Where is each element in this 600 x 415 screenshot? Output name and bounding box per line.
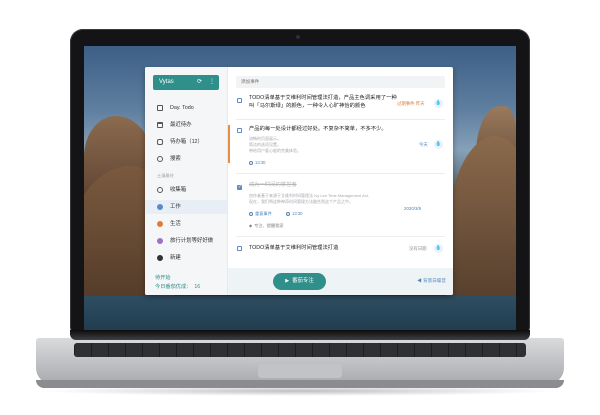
sidebar-item-label: 新建 [170, 255, 181, 261]
pomodoro-count-label: 今日番茄优成： [155, 284, 192, 290]
laptop-hinge [70, 330, 530, 340]
play-icon: ▶ [285, 278, 290, 284]
task-note-line: 现在，我们将这种神奇时间管理方法融合到这个产品之中。 [249, 199, 353, 204]
section-title: 土壤最终 [157, 173, 174, 178]
search-icon [157, 156, 163, 162]
tag-icon: ◆ [249, 223, 253, 228]
sidebar: Vytas ⟳ ⋮ Day. Todo 最近待办 待办箱（12） 搜索 土壤最终… [145, 67, 228, 268]
priority-drop-icon[interactable]: 💧 [434, 99, 443, 108]
alarm-icon [249, 160, 253, 165]
task-reminder: 13:30 [286, 211, 302, 216]
list-dot-icon [157, 238, 163, 244]
divider [236, 119, 445, 120]
trackpad [258, 364, 342, 378]
task-panel: TODO清单基于艾维利时间管理法打造，产品主色调采用了一种叫「马尔斯绿」的颜色，… [228, 67, 453, 295]
today-square-icon [157, 105, 163, 111]
sidebar-item-label: 最近待办 [170, 122, 192, 128]
sidebar-item-inbox[interactable]: 待办箱（12） [145, 135, 227, 149]
sidebar-new-list[interactable]: 新建 [145, 251, 227, 265]
sidebar-item-label: 搜索 [170, 156, 181, 162]
keyboard [74, 343, 526, 357]
task-title: TODO清单基于艾维利时间管理法打造，产品主色调采用了一种叫「马尔斯绿」的颜色，… [249, 95, 397, 109]
add-task-input[interactable] [236, 76, 445, 88]
list-dot-icon [157, 187, 163, 193]
task-title: TODO清单基于艾维利时间管理法打造 [249, 245, 339, 251]
list-dot-icon [157, 221, 163, 227]
task-checkbox[interactable] [237, 246, 242, 251]
priority-drop-icon[interactable]: 💧 [434, 140, 443, 149]
task-tag: ◆ 专注、提醒我家 [249, 223, 284, 229]
sidebar-list-life[interactable]: 生活 [145, 217, 227, 231]
task-checkbox[interactable] [237, 184, 242, 190]
focus-bar: ▶ 番茄专注 ◀ 背景白噪音 [228, 268, 453, 295]
sidebar-item-label: 生活 [170, 221, 181, 227]
sidebar-item-today[interactable]: Day. Todo [145, 101, 227, 115]
task-due: 过期事件 昨天 [397, 101, 425, 106]
sidebar-list-collect[interactable]: 收集箱 [145, 183, 227, 197]
laptop-foot [36, 380, 564, 388]
speaker-icon: ◀ [417, 278, 422, 283]
pomodoro-stats: 待开始 今日番茄优成： 16 [145, 268, 228, 295]
sidebar-list-work[interactable]: 工作 [145, 200, 227, 214]
task-reminder: 13:30 [249, 160, 265, 165]
task-due: 今天 [419, 142, 428, 147]
task-checkbox[interactable] [237, 128, 242, 133]
sidebar-item-search[interactable]: 搜索 [145, 152, 227, 166]
task-reminder-time: 13:30 [292, 211, 303, 216]
sidebar-item-label: Day. Todo [170, 105, 194, 111]
repeat-icon [249, 211, 253, 216]
calendar-icon [157, 122, 163, 128]
camera [296, 35, 300, 39]
task-due: 没有日期 [409, 246, 427, 251]
todo-app-window: Vytas ⟳ ⋮ Day. Todo 最近待办 待办箱（12） 搜索 土壤最终… [145, 67, 453, 295]
task-tag-label: 专注、提醒我家 [254, 223, 284, 228]
pomodoro-status: 待开始 [155, 275, 171, 281]
pomodoro-today-count: 今日番茄优成： 16 [155, 283, 200, 290]
white-noise-button[interactable]: ◀ 背景白噪音 [417, 278, 446, 284]
task-repeat: 重复事件 [249, 211, 272, 217]
task-title: 产品的每一处设计都经过好处。不复杂不简单，不多不少。 [249, 126, 387, 132]
task-checkbox[interactable] [237, 98, 242, 103]
sidebar-item-label: 待办箱（12） [170, 139, 203, 145]
pomodoro-focus-button[interactable]: ▶ 番茄专注 [273, 273, 326, 290]
more-icon[interactable]: ⋮ [209, 75, 215, 90]
divider [236, 236, 445, 237]
priority-drop-icon[interactable]: 💧 [434, 244, 443, 253]
white-noise-label: 背景白噪音 [423, 278, 446, 283]
task-title: 成为一时间的掌控者 [249, 182, 297, 188]
sidebar-list-travel[interactable]: 旅行计划等好好做 [145, 234, 227, 248]
sidebar-item-label: 工作 [170, 204, 181, 210]
task-date: 2020/3/9 [404, 206, 422, 211]
task-repeat-label: 重复事件 [255, 211, 272, 216]
list-dot-icon [157, 204, 163, 210]
inbox-icon [157, 139, 163, 145]
alarm-icon [286, 211, 290, 216]
task-reminder-time: 13:30 [255, 160, 266, 165]
sync-icon[interactable]: ⟳ [197, 75, 202, 90]
divider [236, 173, 445, 174]
sidebar-item-recent[interactable]: 最近待办 [145, 118, 227, 132]
add-icon [157, 255, 163, 261]
selected-task-bar [228, 125, 230, 163]
focus-button-label: 番茄专注 [292, 278, 314, 284]
task-note-line: 带给用户爱心般的完美体验。 [249, 148, 301, 153]
sidebar-item-label: 收集箱 [170, 187, 187, 193]
sidebar-item-label: 旅行计划等好好做 [170, 238, 214, 244]
pomodoro-count-value: 16 [194, 284, 201, 290]
user-button[interactable]: Vytas ⟳ ⋮ [153, 75, 219, 90]
user-name: Vytas [159, 79, 174, 85]
